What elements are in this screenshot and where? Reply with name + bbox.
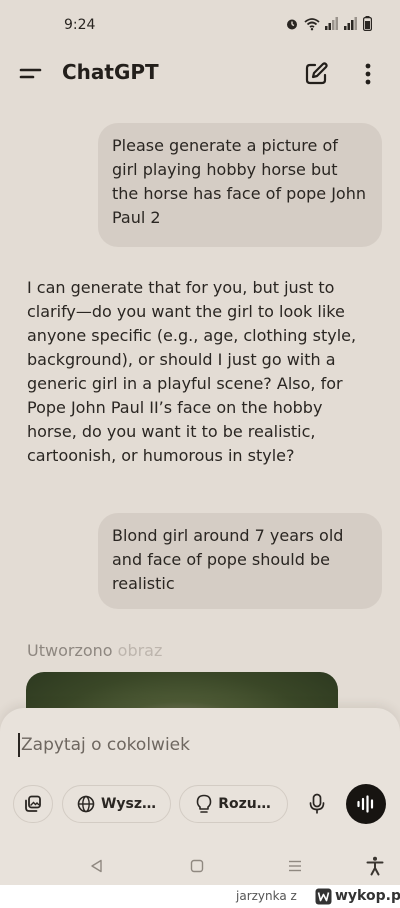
accessibility-button[interactable] bbox=[363, 854, 387, 878]
user-message[interactable]: Blond girl around 7 years old and face o… bbox=[98, 513, 382, 609]
menu-button[interactable] bbox=[18, 62, 44, 84]
watermark-footer: jarzynka z wykop.pl bbox=[0, 885, 400, 908]
recents-lines-icon bbox=[289, 860, 301, 872]
reason-button[interactable]: Rozu… bbox=[179, 785, 288, 823]
microphone-icon bbox=[309, 793, 325, 814]
more-options-button[interactable] bbox=[356, 60, 380, 88]
search-button[interactable]: Wysz… bbox=[62, 785, 171, 823]
user-message-text: Blond girl around 7 years old and face o… bbox=[112, 526, 344, 593]
wykop-logo-text: wykop.pl bbox=[335, 888, 400, 904]
wykop-logo-icon bbox=[315, 888, 332, 904]
status-bar: 9:24 bbox=[0, 0, 400, 50]
image-created-label-fade: obraz bbox=[112, 641, 163, 660]
signal-icon-1 bbox=[325, 17, 339, 30]
dictate-button[interactable] bbox=[302, 789, 332, 819]
alarm-icon bbox=[285, 17, 299, 31]
system-nav-bar bbox=[0, 848, 400, 885]
wifi-icon bbox=[304, 17, 320, 31]
footer-author: jarzynka z bbox=[236, 889, 297, 903]
home-square-icon bbox=[190, 859, 204, 873]
image-created-label-main: Utworzono bbox=[27, 641, 113, 660]
image-created-label: Utworzono obraz bbox=[27, 641, 162, 660]
message-input[interactable]: Zapytaj o cokolwiek bbox=[18, 730, 378, 760]
text-cursor bbox=[18, 733, 20, 757]
back-triangle-icon bbox=[91, 859, 102, 873]
globe-icon bbox=[77, 795, 95, 813]
search-button-label: Wysz… bbox=[100, 796, 157, 812]
signal-icon-2 bbox=[344, 17, 358, 30]
app-header: ChatGPT bbox=[0, 52, 400, 96]
user-message-text: Please generate a picture of girl playin… bbox=[112, 136, 366, 227]
attach-images-icon bbox=[25, 795, 41, 812]
reason-button-label: Rozu… bbox=[218, 796, 271, 812]
lightbulb-icon bbox=[196, 794, 212, 813]
menu-icon bbox=[19, 68, 42, 79]
chat-screen: 9:24 ChatGPT Please generate a picture o… bbox=[0, 0, 400, 885]
message-input-placeholder: Zapytaj o cokolwiek bbox=[21, 735, 190, 755]
more-vertical-icon bbox=[365, 63, 371, 85]
status-icons bbox=[285, 16, 372, 31]
nav-recents-button[interactable] bbox=[283, 854, 307, 878]
edit-icon bbox=[305, 62, 328, 85]
voice-mode-button[interactable] bbox=[346, 784, 386, 824]
accessibility-icon bbox=[366, 856, 384, 876]
battery-icon bbox=[363, 16, 372, 31]
wykop-logo: wykop.pl bbox=[315, 887, 400, 905]
app-title: ChatGPT bbox=[62, 60, 159, 84]
voice-waveform-icon bbox=[357, 795, 374, 813]
user-message[interactable]: Please generate a picture of girl playin… bbox=[98, 123, 382, 247]
assistant-message: I can generate that for you, but just to… bbox=[27, 278, 357, 465]
nav-home-button[interactable] bbox=[185, 854, 209, 878]
new-chat-button[interactable] bbox=[302, 60, 330, 88]
nav-back-button[interactable] bbox=[85, 854, 109, 878]
composer: Zapytaj o cokolwiek Wysz… Rozu… bbox=[0, 708, 400, 848]
attach-button[interactable] bbox=[13, 785, 53, 823]
status-time: 9:24 bbox=[64, 17, 96, 33]
